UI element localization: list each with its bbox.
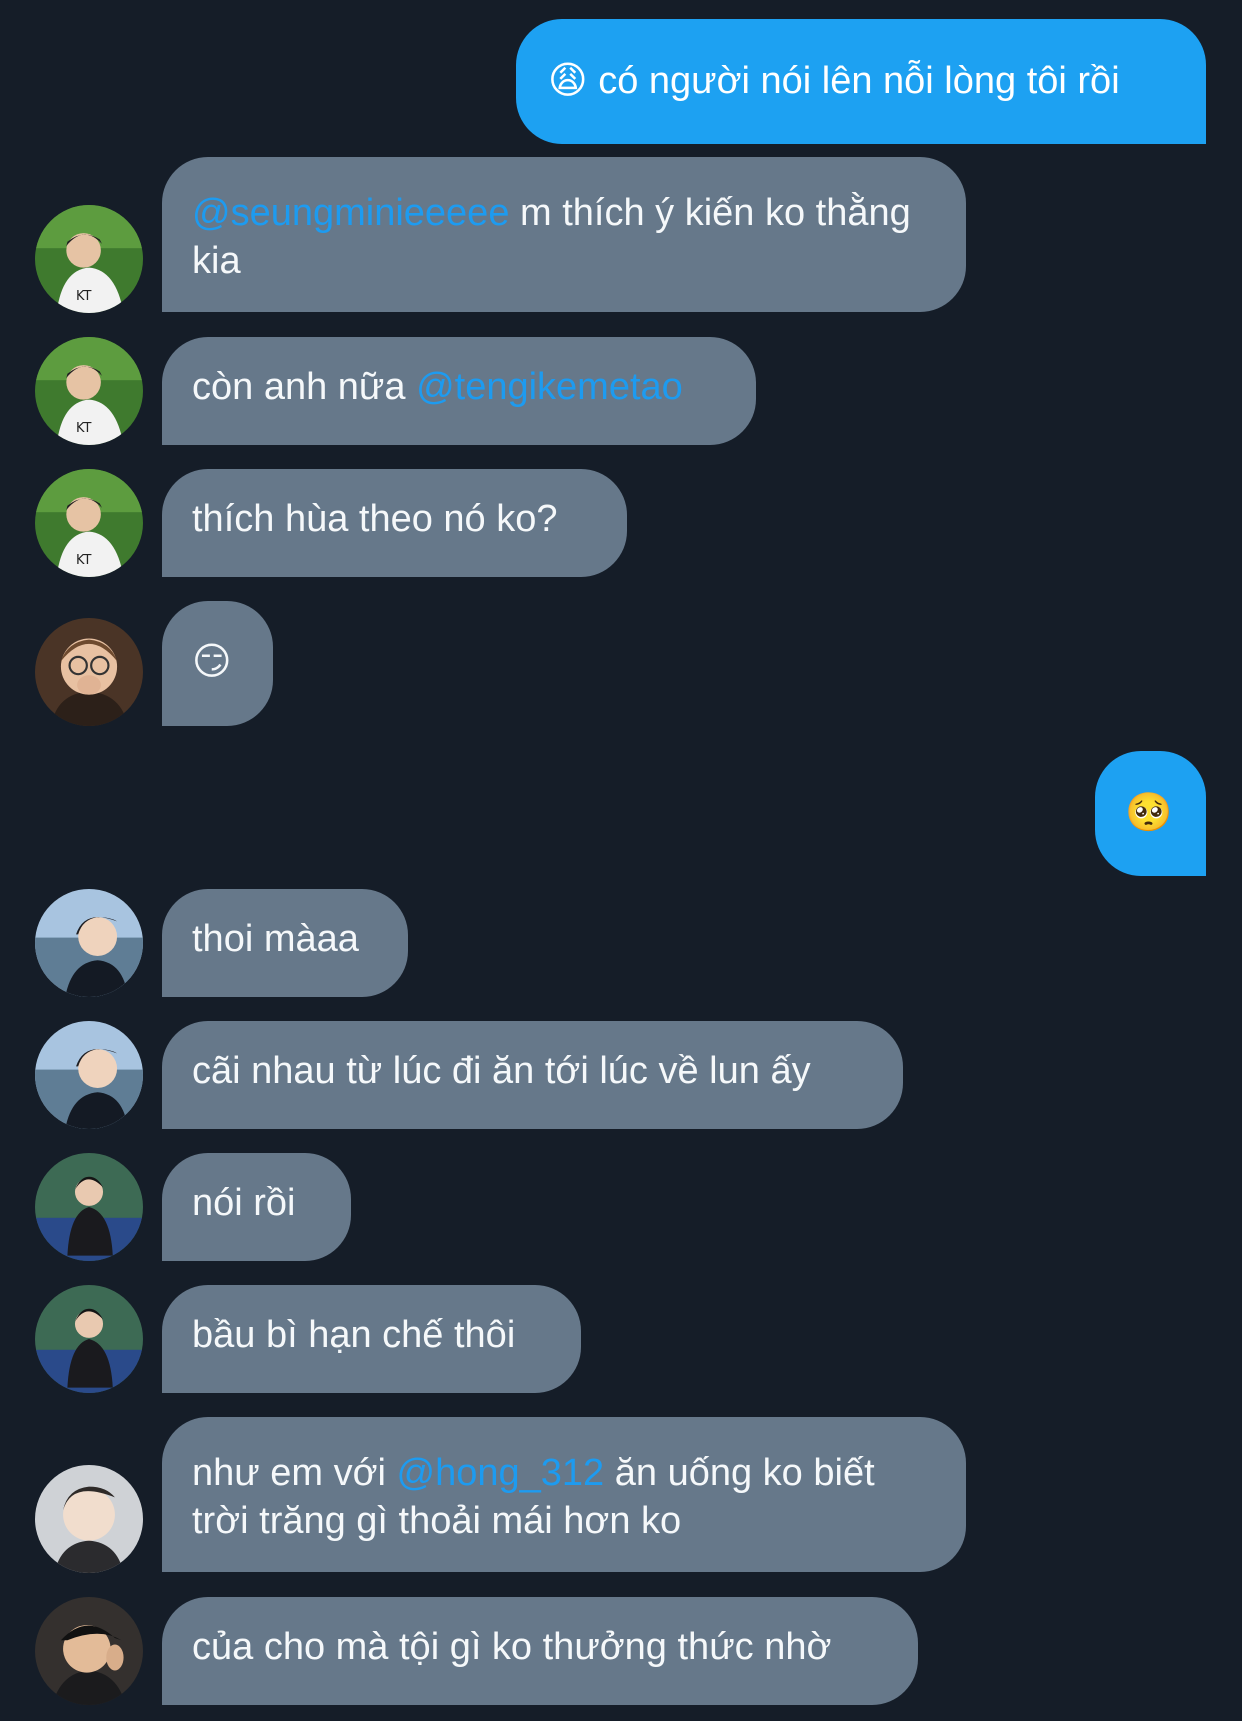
message-bubble-incoming[interactable]: bầu bì hạn chế thôi	[162, 1285, 581, 1393]
avatar[interactable]	[35, 1465, 143, 1573]
soft-portrait-avatar-icon	[35, 1465, 143, 1573]
message-bubble-incoming[interactable]: như em với @hong_312 ăn uống ko biết trờ…	[162, 1417, 966, 1572]
message-bubble-outgoing[interactable]: 🥺	[1095, 751, 1206, 876]
message-bubble-incoming[interactable]: thoi màaa	[162, 889, 408, 997]
message-bubble-incoming[interactable]: còn anh nữa @tengikemetao	[162, 337, 756, 445]
svg-text:KT: KT	[76, 421, 91, 436]
glasses-portrait-avatar-icon	[35, 618, 143, 726]
message-text: còn anh nữa	[192, 366, 406, 408]
avatar[interactable]	[35, 889, 143, 997]
message-text: cãi nhau từ lúc đi ăn tới lúc về lun ấy	[192, 1050, 811, 1092]
crouching-pose-avatar-icon	[35, 1285, 143, 1393]
seaside-profile-avatar-icon	[35, 889, 143, 997]
user-mention-link[interactable]: @hong_312	[397, 1452, 605, 1494]
avatar[interactable]: KT	[35, 469, 143, 577]
message-bubble-incoming[interactable]: thích hùa theo nó ko?	[162, 469, 627, 577]
message-text: nói rồi	[192, 1182, 296, 1224]
smirking-face-emoji: 😏	[192, 639, 232, 683]
message-text: thích hùa theo nó ko?	[192, 498, 558, 540]
message-bubble-incoming[interactable]: cãi nhau từ lúc đi ăn tới lúc về lun ấy	[162, 1021, 903, 1129]
svg-text:KT: KT	[76, 289, 91, 304]
baseball-jersey-avatar-icon: KT	[35, 205, 143, 313]
avatar[interactable]	[35, 1153, 143, 1261]
baseball-jersey-avatar-icon: KT	[35, 337, 143, 445]
message-bubble-incoming[interactable]: 😏	[162, 601, 273, 726]
message-text: như em với	[192, 1452, 386, 1494]
weary-face-emoji: 😩	[548, 58, 588, 102]
avatar[interactable]: KT	[35, 337, 143, 445]
message-bubble-incoming[interactable]: của cho mà tội gì ko thưởng thức nhờ	[162, 1597, 918, 1705]
message-text: bầu bì hạn chế thôi	[192, 1314, 516, 1356]
message-text: thoi màaa	[192, 918, 359, 960]
message-text: có người nói lên nỗi lòng tôi rồi	[598, 60, 1120, 102]
baseball-jersey-avatar-icon: KT	[35, 469, 143, 577]
message-bubble-incoming[interactable]: @seungminieeeee m thích ý kiến ko thằng …	[162, 157, 966, 312]
avatar[interactable]	[35, 1021, 143, 1129]
chat-thread: 😩 có người nói lên nỗi lòng tôi rồi KT @…	[0, 0, 1242, 1721]
message-bubble-outgoing[interactable]: 😩 có người nói lên nỗi lòng tôi rồi	[516, 19, 1206, 144]
avatar[interactable]	[35, 618, 143, 726]
seaside-profile-avatar-icon	[35, 1021, 143, 1129]
svg-text:KT: KT	[76, 553, 91, 568]
message-bubble-incoming[interactable]: nói rồi	[162, 1153, 351, 1261]
pleading-face-emoji: 🥺	[1125, 790, 1173, 834]
user-mention-link[interactable]: @seungminieeeee	[192, 192, 509, 234]
crouching-pose-avatar-icon	[35, 1153, 143, 1261]
cap-selfie-avatar-icon	[35, 1597, 143, 1705]
user-mention-link[interactable]: @tengikemetao	[416, 366, 683, 408]
avatar[interactable]	[35, 1285, 143, 1393]
message-text: của cho mà tội gì ko thưởng thức nhờ	[192, 1626, 832, 1668]
avatar[interactable]: KT	[35, 205, 143, 313]
avatar[interactable]	[35, 1597, 143, 1705]
